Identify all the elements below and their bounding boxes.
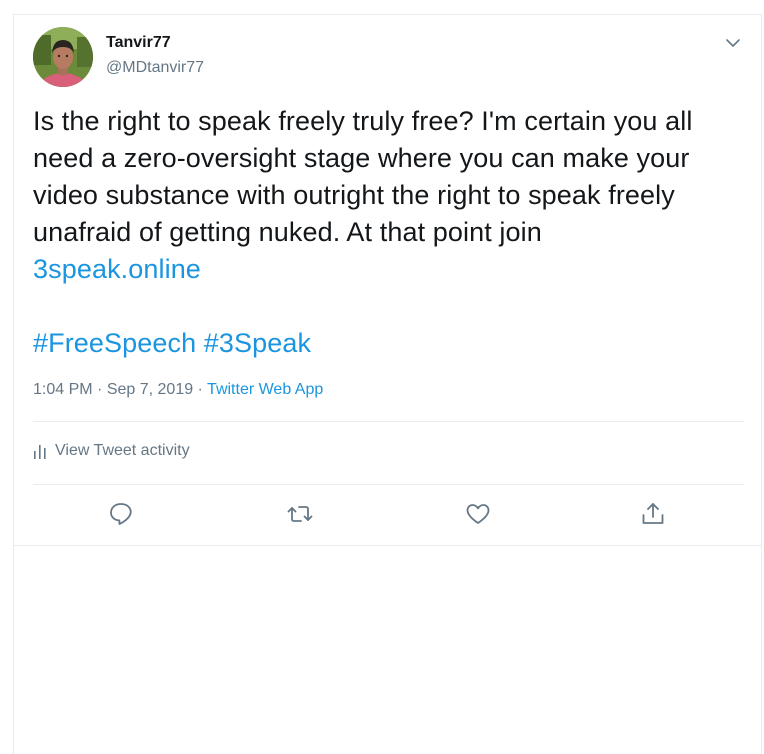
divider <box>33 421 744 422</box>
reply-icon[interactable] <box>108 501 134 527</box>
user-handle[interactable]: @MDtanvir77 <box>106 59 204 77</box>
tweet-text: Is the right to speak freely truly free?… <box>33 103 743 362</box>
retweet-icon[interactable] <box>286 501 313 527</box>
share-icon[interactable] <box>640 501 666 527</box>
tweet-source[interactable]: Twitter Web App <box>207 381 323 398</box>
divider <box>33 484 744 485</box>
avatar[interactable] <box>33 27 93 87</box>
tweet-time[interactable]: 1:04 PM <box>33 381 93 398</box>
tweet-line: unafraid of getting nuked. At that point… <box>33 217 542 247</box>
tweet-link[interactable]: 3speak.online <box>33 251 743 288</box>
tweet-detail: Tanvir77 @MDtanvir77 Is the right to spe… <box>13 14 762 546</box>
meta-separator: · <box>193 381 208 398</box>
view-tweet-activity-label: View Tweet activity <box>55 442 190 459</box>
tweet-hashtags[interactable]: #FreeSpeech #3Speak <box>33 325 743 362</box>
heart-icon[interactable] <box>465 501 491 527</box>
tweet-line: video substance with outright the right … <box>33 180 675 210</box>
view-tweet-activity[interactable]: View Tweet activity <box>33 442 190 460</box>
tweet-line: need a zero-oversight stage where you ca… <box>33 143 690 173</box>
tweet-spacer <box>33 288 743 325</box>
tweet-meta: 1:04 PM · Sep 7, 2019 · Twitter Web App <box>33 381 323 399</box>
tweet-date[interactable]: Sep 7, 2019 <box>107 381 193 398</box>
chevron-down-icon[interactable] <box>724 34 742 52</box>
bar-chart-icon <box>33 442 47 460</box>
tweet-line: Is the right to speak freely truly free?… <box>33 106 693 136</box>
display-name[interactable]: Tanvir77 <box>106 34 171 52</box>
meta-separator: · <box>92 381 107 398</box>
tweet-actions <box>108 501 688 531</box>
